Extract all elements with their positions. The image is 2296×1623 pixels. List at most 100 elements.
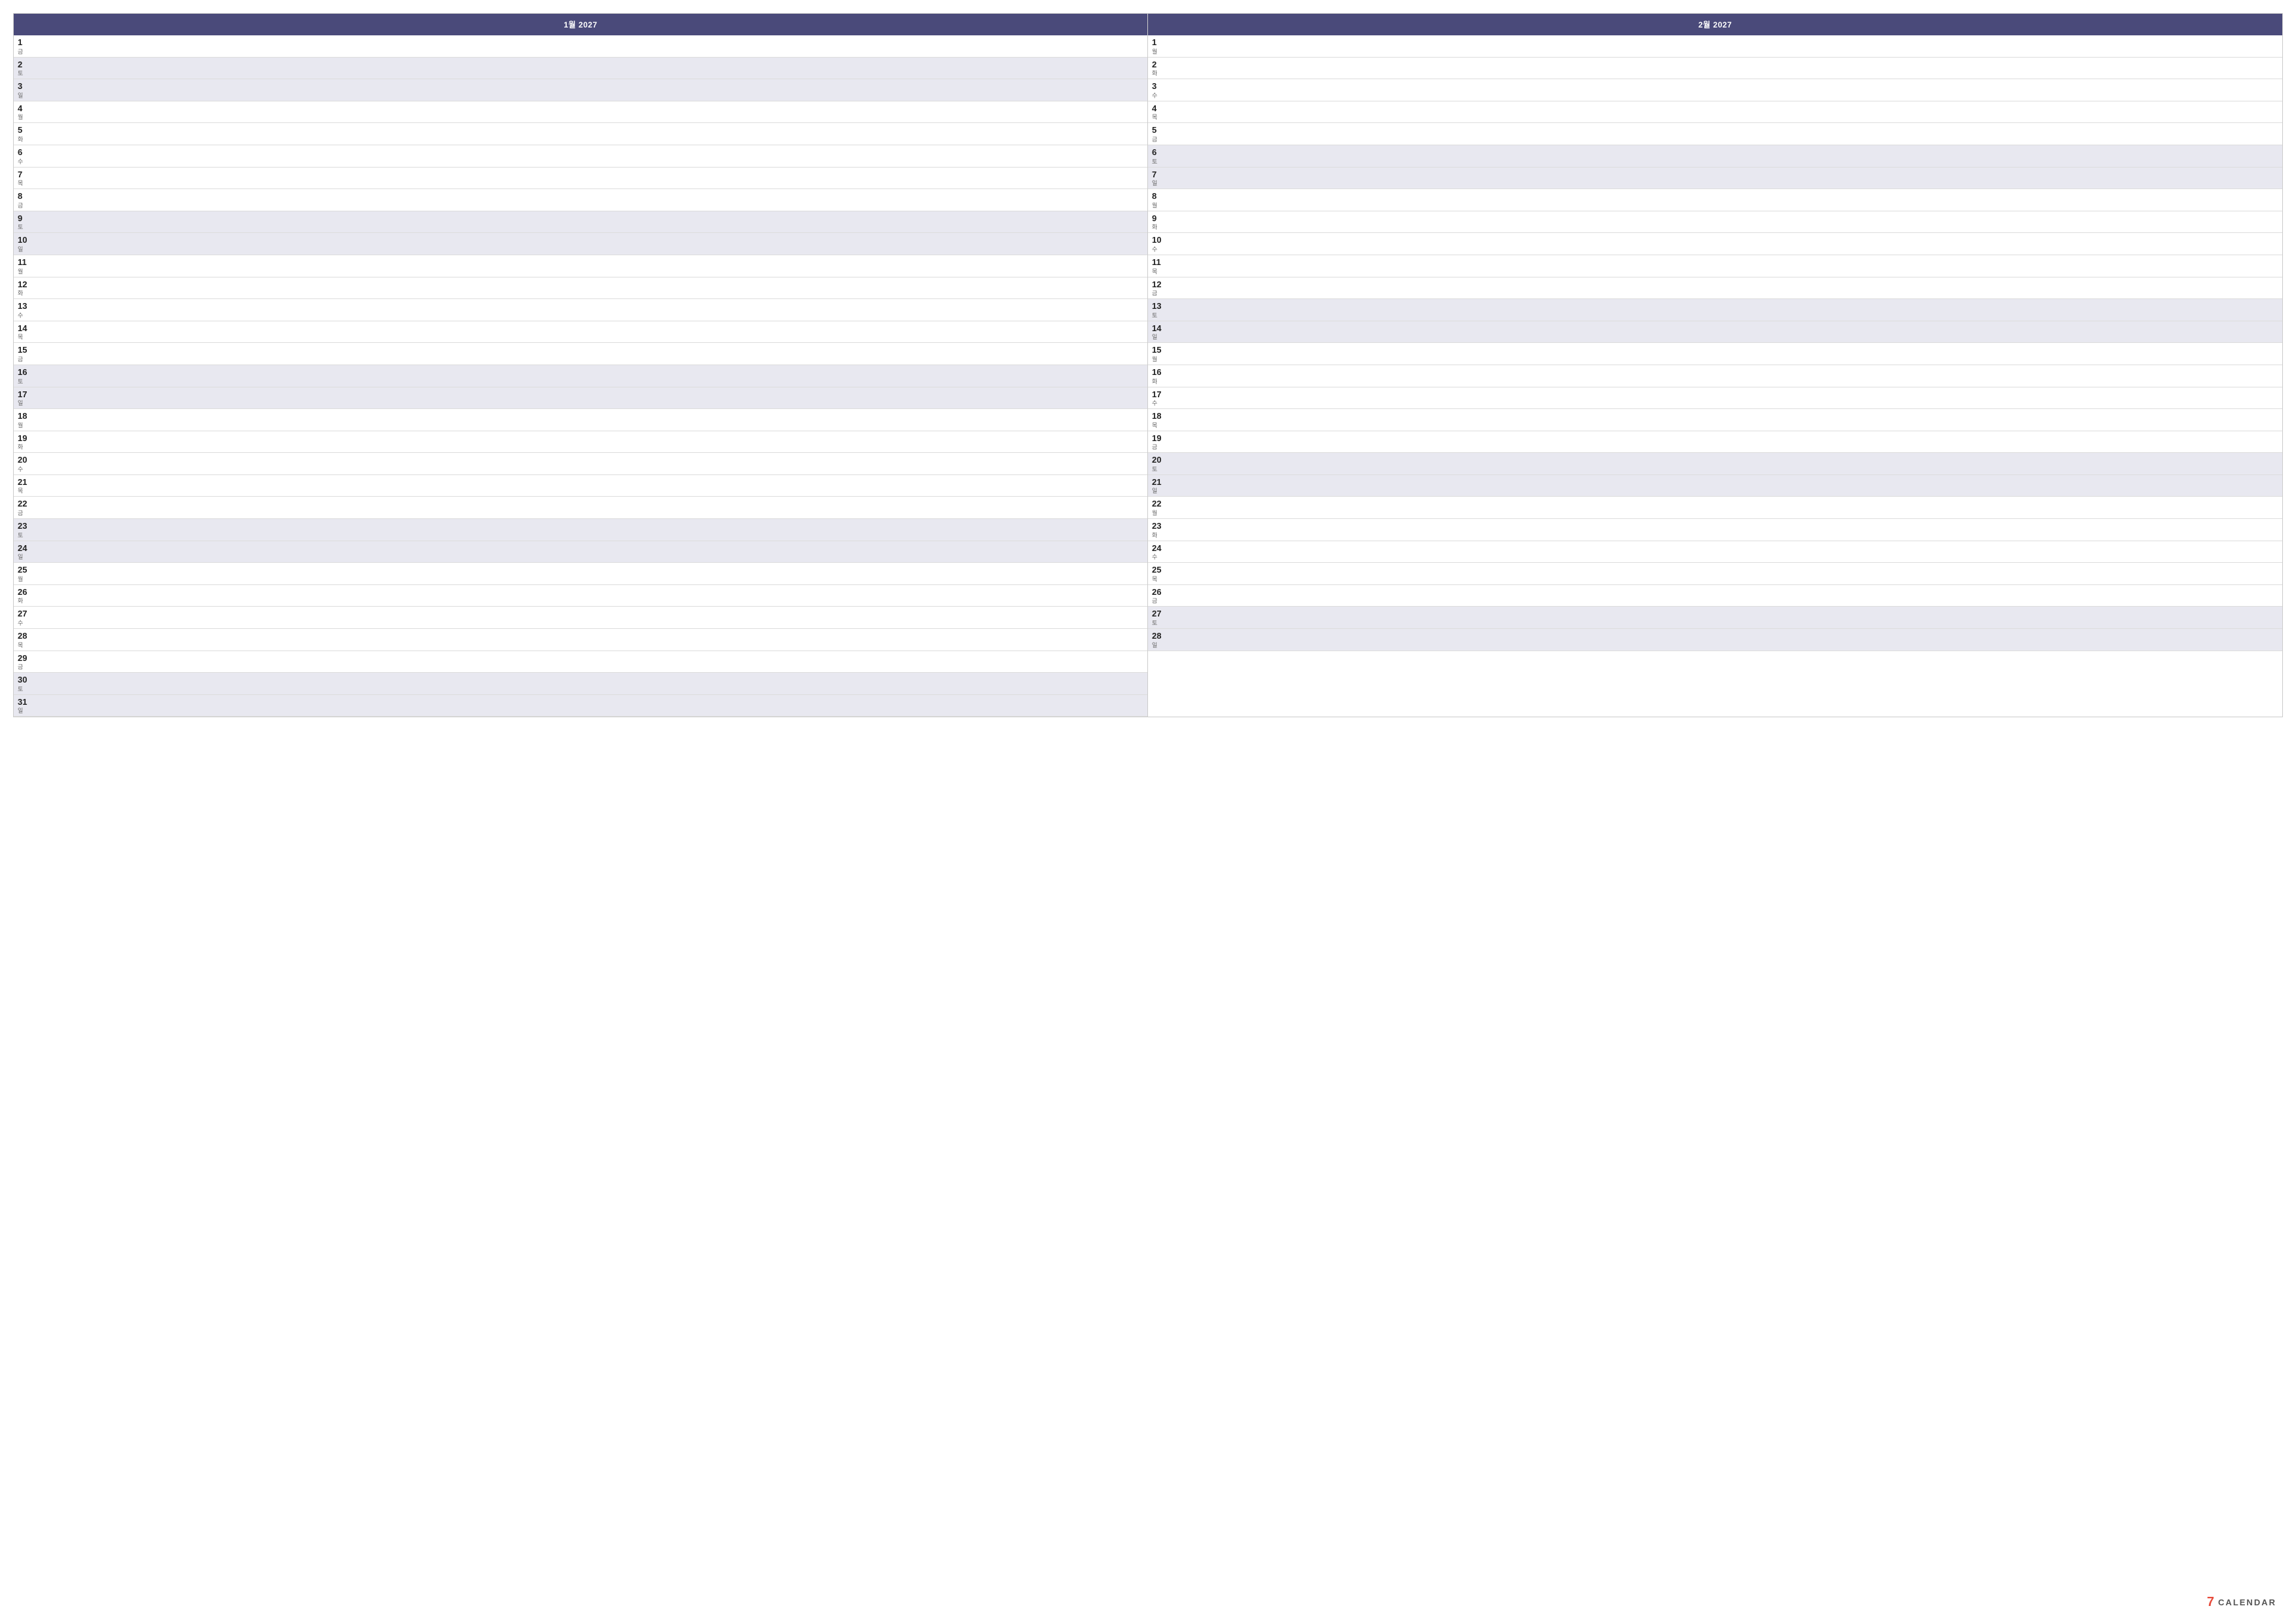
day-info: 28일	[1152, 631, 1166, 649]
day-row: 24수	[1148, 541, 2282, 563]
day-info: 8금	[18, 191, 32, 209]
day-info: 27토	[1152, 609, 1166, 626]
day-info: 2토	[18, 60, 32, 77]
day-number: 31	[18, 697, 32, 707]
day-number: 7	[18, 169, 32, 180]
day-name: 일	[18, 708, 32, 714]
day-row: 14목	[14, 321, 1147, 344]
day-info: 3일	[18, 81, 32, 99]
day-number: 21	[18, 477, 32, 488]
day-info: 5화	[18, 125, 32, 143]
day-name: 월	[18, 115, 32, 120]
day-name: 토	[18, 224, 32, 230]
day-number: 26	[1152, 587, 1166, 597]
day-info: 16화	[1152, 367, 1166, 385]
day-info: 22금	[18, 499, 32, 516]
day-info: 14일	[1152, 323, 1166, 341]
day-name: 금	[1152, 137, 1166, 143]
day-info: 30토	[18, 675, 32, 692]
day-number: 20	[1152, 455, 1166, 465]
day-name: 수	[1152, 247, 1166, 253]
day-row: 27수	[14, 607, 1147, 629]
day-row: 19화	[14, 431, 1147, 454]
day-row: 23토	[14, 519, 1147, 541]
day-name: 수	[18, 620, 32, 626]
day-name: 화	[18, 598, 32, 604]
branding: 7 CALENDAR	[2207, 1595, 2276, 1610]
day-info: 2화	[1152, 60, 1166, 77]
day-number: 28	[18, 631, 32, 641]
day-row: 28일	[1148, 629, 2282, 651]
page: 1월 20271금2토3일4월5화6수7목8금9토10일11월12화13수14목…	[0, 0, 2296, 1623]
day-row: 2화	[1148, 58, 2282, 80]
day-name: 목	[18, 643, 32, 649]
day-number: 18	[1152, 411, 1166, 421]
day-number: 3	[18, 81, 32, 92]
day-row: 2토	[14, 58, 1147, 80]
day-name: 목	[1152, 577, 1166, 582]
day-row: 4목	[1148, 101, 2282, 124]
day-name: 월	[18, 269, 32, 275]
day-info: 17일	[18, 389, 32, 407]
month-section-jan: 1월 20271금2토3일4월5화6수7목8금9토10일11월12화13수14목…	[14, 14, 1148, 717]
day-number: 19	[18, 433, 32, 444]
day-info: 15금	[18, 345, 32, 363]
day-info: 6수	[18, 147, 32, 165]
day-row: 1월	[1148, 35, 2282, 58]
day-name: 화	[1152, 379, 1166, 385]
calendar-grid: 1월 20271금2토3일4월5화6수7목8금9토10일11월12화13수14목…	[13, 13, 2283, 717]
day-row: 8월	[1148, 189, 2282, 211]
day-name: 목	[18, 181, 32, 187]
day-number: 14	[1152, 323, 1166, 334]
day-name: 금	[18, 357, 32, 363]
day-name: 목	[1152, 269, 1166, 275]
day-info: 12금	[1152, 279, 1166, 297]
day-row: 15금	[14, 343, 1147, 365]
day-row: 11월	[14, 255, 1147, 277]
day-number: 1	[18, 37, 32, 48]
day-row: 20수	[14, 453, 1147, 475]
day-number: 16	[1152, 367, 1166, 378]
day-number: 27	[1152, 609, 1166, 619]
day-row: 17수	[1148, 387, 2282, 410]
day-number: 1	[1152, 37, 1166, 48]
day-row: 19금	[1148, 431, 2282, 454]
day-name: 토	[18, 379, 32, 385]
day-info: 20수	[18, 455, 32, 473]
day-row: 7일	[1148, 168, 2282, 190]
day-name: 월	[1152, 510, 1166, 516]
day-row: 12금	[1148, 277, 2282, 300]
day-name: 토	[1152, 620, 1166, 626]
day-info: 3수	[1152, 81, 1166, 99]
day-name: 일	[1152, 181, 1166, 187]
day-info: 7일	[1152, 169, 1166, 187]
day-info: 19금	[1152, 433, 1166, 451]
day-name: 금	[1152, 598, 1166, 604]
day-info: 25목	[1152, 565, 1166, 582]
day-row: 7목	[14, 168, 1147, 190]
day-name: 토	[1152, 313, 1166, 319]
day-info: 26금	[1152, 587, 1166, 605]
day-name: 금	[1152, 444, 1166, 450]
day-name: 일	[1152, 334, 1166, 340]
day-info: 1금	[18, 37, 32, 55]
day-number: 13	[18, 301, 32, 312]
day-name: 목	[1152, 423, 1166, 429]
day-row: 21일	[1148, 475, 2282, 497]
day-row: 16토	[14, 365, 1147, 387]
day-number: 3	[1152, 81, 1166, 92]
day-info: 13토	[1152, 301, 1166, 319]
day-info: 11목	[1152, 257, 1166, 275]
day-row: 24일	[14, 541, 1147, 563]
day-info: 21일	[1152, 477, 1166, 495]
day-number: 2	[18, 60, 32, 70]
day-name: 토	[18, 71, 32, 77]
day-info: 28 목	[18, 631, 32, 649]
day-name: 화	[18, 137, 32, 143]
day-row: 28 목	[14, 629, 1147, 651]
day-name: 금	[18, 510, 32, 516]
day-row: 14일	[1148, 321, 2282, 344]
day-row: 10일	[14, 233, 1147, 255]
day-info: 6토	[1152, 147, 1166, 165]
day-number: 16	[18, 367, 32, 378]
